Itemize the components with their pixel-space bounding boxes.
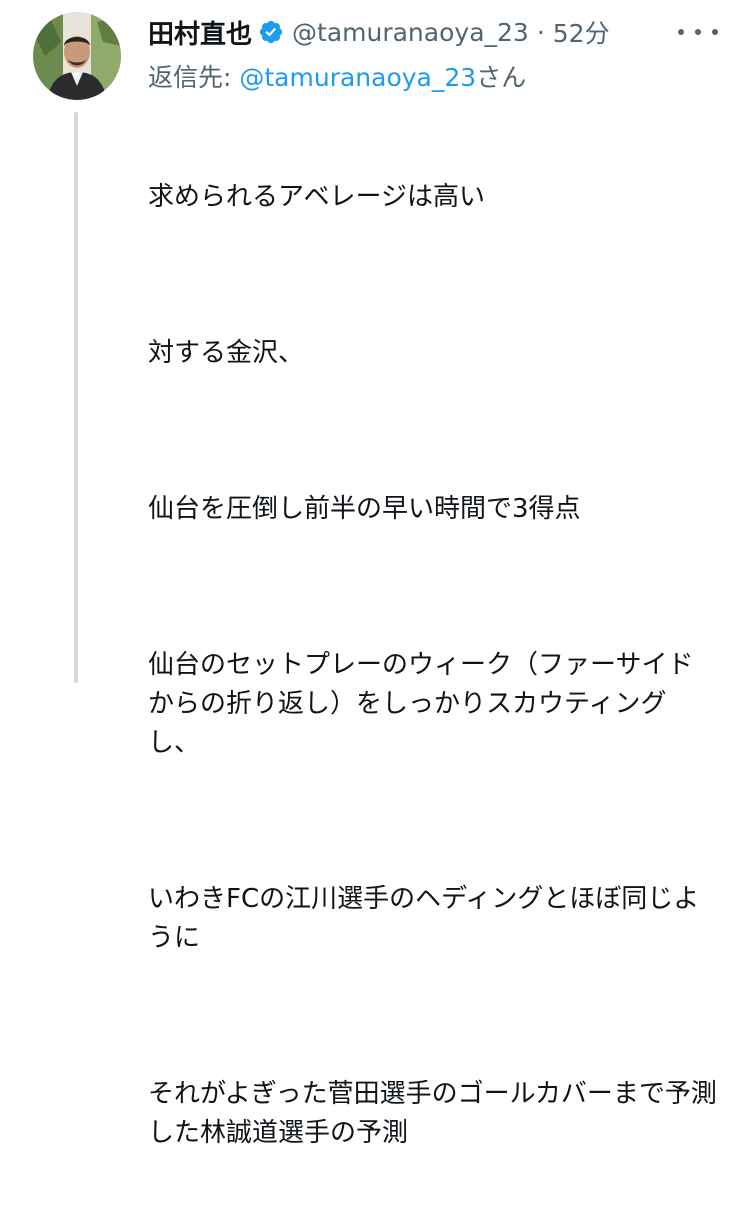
tweet-header: 田村直也 @tamuranaoya_23 · 52分 [148, 12, 610, 52]
verified-badge-icon [258, 19, 284, 45]
tweet-timestamp[interactable]: 52分 [553, 14, 610, 50]
tweet-paragraph: 対する金沢、 [148, 338, 305, 368]
thread-connector-line [74, 112, 78, 683]
tweet-paragraph: 仙台を圧倒し前半の早い時間で3得点 [148, 494, 581, 524]
avatar[interactable] [33, 12, 121, 100]
avatar-photo-icon [33, 12, 121, 100]
header-separator: · [536, 17, 545, 47]
tweet-paragraph: 仙台のセットプレーのウィーク（ファーサイドからの折り返し）をしっかりスカウティン… [148, 650, 694, 758]
tweet-paragraph: いわきFCの江川選手のヘディングとほぼ同じように [148, 884, 700, 953]
more-options-icon[interactable] [678, 16, 718, 48]
reply-to-suffix: さん [476, 63, 527, 92]
tweet-body: 求められるアベレージは高い 対する金沢、 仙台を圧倒し前半の早い時間で3得点 仙… [148, 100, 718, 1231]
reply-to-prefix: 返信先: [148, 63, 240, 92]
reply-to-mention-link[interactable]: @tamuranaoya_23 [239, 63, 476, 92]
tweet-paragraph: 求められるアベレージは高い [148, 182, 485, 212]
author-handle[interactable]: @tamuranaoya_23 [292, 18, 529, 47]
tweet-paragraph: それがよぎった菅田選手のゴールカバーまで予測した林誠道選手の予測 [148, 1079, 717, 1148]
author-name[interactable]: 田村直也 [148, 14, 252, 51]
reply-to-line: 返信先: @tamuranaoya_23さん [148, 58, 526, 94]
